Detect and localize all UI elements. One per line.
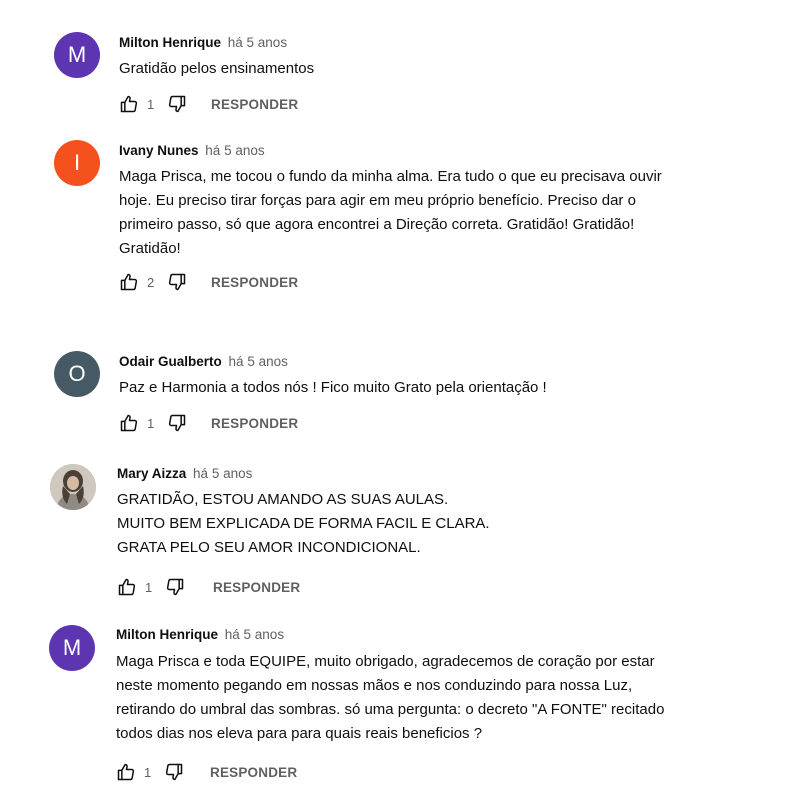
comment-time[interactable]: há 5 anos [225,627,284,642]
comment-actions: 1 RESPONDER [117,577,300,597]
comment-header: Mary Aizza há 5 anos [117,465,252,483]
comment-author[interactable]: Odair Gualberto [119,354,222,369]
dislike-button[interactable] [167,94,187,114]
profile-photo-icon [50,464,96,510]
avatar[interactable]: I [54,140,100,186]
dislike-button[interactable] [167,413,187,433]
comment-time[interactable]: há 5 anos [229,354,288,369]
comment-actions: 2 RESPONDER [119,272,298,292]
avatar[interactable]: M [54,32,100,78]
comment-text: Maga Prisca e toda EQUIPE, muito obrigad… [116,653,665,742]
dislike-button[interactable] [165,577,185,597]
like-count: 1 [147,415,155,431]
comment-author[interactable]: Mary Aizza [117,466,186,481]
like-button[interactable] [117,577,137,597]
like-button[interactable] [116,762,136,782]
dislike-button[interactable] [167,272,187,292]
comment-text: Gratidão pelos ensinamentos [119,60,315,77]
comment-header: Ivany Nunes há 5 anos [119,142,265,160]
thumbs-down-icon [168,414,186,432]
like-count: 1 [144,764,152,780]
avatar[interactable]: O [54,351,100,397]
thumbs-down-icon [168,273,186,291]
comment-text: Maga Prisca, me tocou o fundo da minha a… [119,168,662,257]
comment-actions: 1 RESPONDER [119,413,298,433]
reply-button[interactable]: RESPONDER [211,97,298,112]
like-count: 1 [145,579,153,595]
comment-text: Paz e Harmonia a todos nós ! Fico muito … [119,379,547,396]
like-count: 2 [147,274,155,290]
reply-button[interactable]: RESPONDER [211,416,298,431]
reply-button[interactable]: RESPONDER [211,275,298,290]
like-count: 1 [147,96,155,112]
dislike-button[interactable] [164,762,184,782]
thumbs-up-icon [118,578,136,596]
comment-header: Odair Gualberto há 5 anos [119,353,288,371]
comment-actions: 1 RESPONDER [116,762,297,782]
comment-author[interactable]: Milton Henrique [119,35,221,50]
comment-time[interactable]: há 5 anos [205,143,264,158]
comment-actions: 1 RESPONDER [119,94,298,114]
thumbs-up-icon [120,273,138,291]
like-button[interactable] [119,94,139,114]
thumbs-down-icon [165,763,183,781]
thumbs-down-icon [168,95,186,113]
comment-time[interactable]: há 5 anos [228,35,287,50]
thumbs-up-icon [117,763,135,781]
avatar[interactable]: M [49,625,95,671]
thumbs-up-icon [120,95,138,113]
reply-button[interactable]: RESPONDER [213,580,300,595]
like-button[interactable] [119,413,139,433]
comment-author[interactable]: Milton Henrique [116,627,218,642]
reply-button[interactable]: RESPONDER [210,765,297,780]
comment-author[interactable]: Ivany Nunes [119,143,199,158]
thumbs-up-icon [120,414,138,432]
like-button[interactable] [119,272,139,292]
comment-header: Milton Henrique há 5 anos [119,34,287,52]
avatar[interactable] [50,464,96,510]
thumbs-down-icon [166,578,184,596]
comment-time[interactable]: há 5 anos [193,466,252,481]
comment-text: GRATIDÃO, ESTOU AMANDO AS SUAS AULAS. MU… [117,491,490,556]
comment-header: Milton Henrique há 5 anos [116,626,284,644]
